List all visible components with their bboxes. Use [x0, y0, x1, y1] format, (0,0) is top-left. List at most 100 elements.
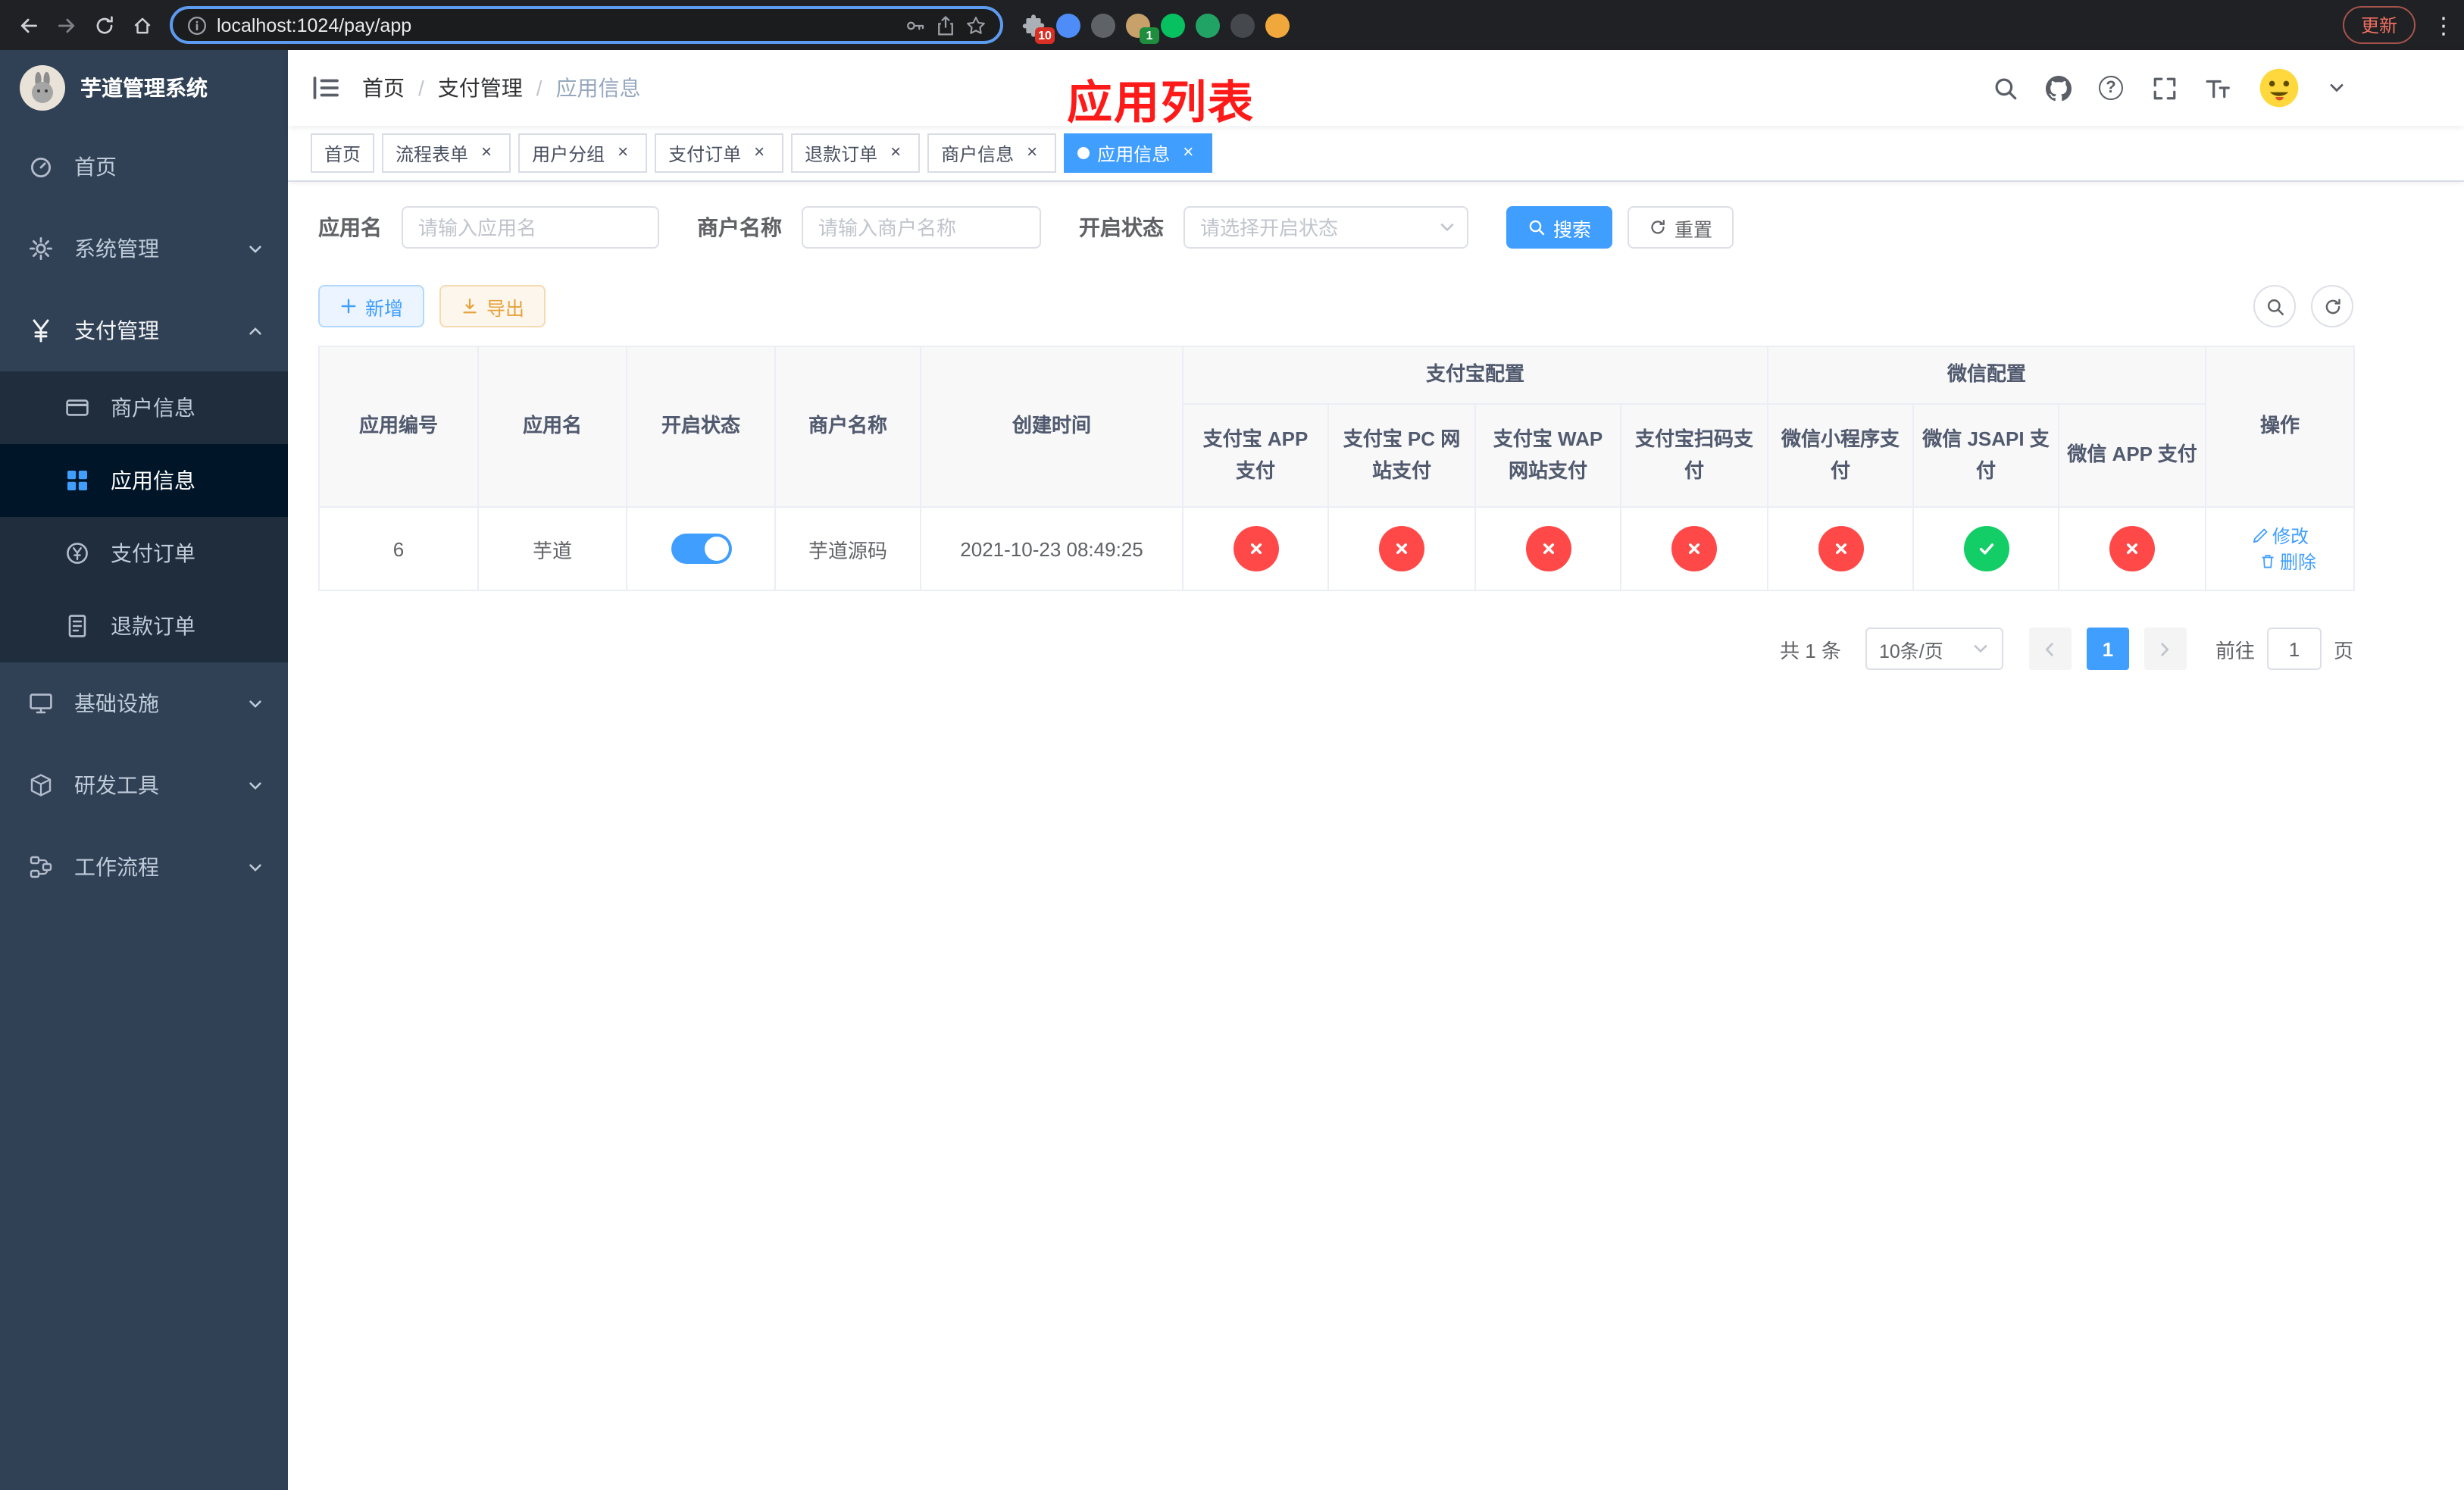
browser-reload-icon[interactable] — [86, 8, 121, 42]
url-text: localhost:1024/pay/app — [217, 14, 412, 36]
col-status: 开启状态 — [626, 346, 776, 508]
prev-page-button[interactable] — [2028, 628, 2072, 670]
address-bar[interactable]: localhost:1024/pay/app — [170, 6, 1003, 44]
browser-forward-icon[interactable] — [48, 8, 83, 42]
tab-home[interactable]: 首页 — [311, 133, 375, 173]
sidebar-item-label: 首页 — [74, 155, 117, 179]
sidebar-item-infrastructure[interactable]: 基础设施 — [0, 662, 288, 744]
reset-button[interactable]: 重置 — [1628, 206, 1734, 249]
extension-orange-face-icon[interactable] — [1265, 13, 1290, 37]
extension-wechat-green-icon[interactable] — [1161, 13, 1185, 37]
breadcrumb-separator: / — [418, 76, 424, 100]
export-button[interactable]: 导出 — [439, 285, 546, 327]
status-toggle[interactable] — [671, 534, 731, 564]
sidebar-item-payment[interactable]: 支付管理 — [0, 290, 288, 371]
col-wechat-app: 微信 APP 支付 — [2058, 403, 2207, 508]
user-menu-caret-icon[interactable] — [2328, 79, 2346, 97]
tab-close-icon[interactable]: × — [476, 142, 497, 164]
app-frame: 芋道管理系统 首页 系统管理 支付管理 商户信息 应用信息 支付订单 退款订单 基础设施 研发工… — [0, 50, 2464, 1490]
sidebar-toggle-icon[interactable] — [311, 73, 341, 103]
browser-update-button[interactable]: 更新 — [2342, 6, 2416, 44]
tab-pay-order[interactable]: 支付订单 × — [655, 133, 784, 173]
tab-refund-order[interactable]: 退款订单 × — [791, 133, 921, 173]
browser-back-icon[interactable] — [11, 8, 45, 42]
chevron-down-icon — [247, 240, 264, 257]
sidebar-item-dev-tools[interactable]: 研发工具 — [0, 744, 288, 826]
site-info-icon[interactable] — [186, 14, 208, 36]
refresh-table-button[interactable] — [2311, 285, 2353, 327]
browser-home-icon[interactable] — [124, 8, 159, 42]
pagination: 共 1 条 10条/页 1 前往 页 — [318, 628, 2353, 670]
extension-tan-avatar-icon[interactable]: 1 — [1126, 13, 1159, 43]
tab-close-icon[interactable]: × — [1021, 142, 1043, 164]
delete-button[interactable]: 删除 — [2259, 549, 2316, 574]
chevron-down-icon — [1972, 640, 1990, 658]
user-avatar[interactable] — [2256, 65, 2302, 111]
sidebar: 芋道管理系统 首页系统管理 支付管理 商户信息 应用信息 支付订单 退款订单 基础设施 研发工… — [0, 50, 288, 1490]
sidebar-item-system[interactable]: 系统管理 — [0, 208, 288, 290]
status-select[interactable] — [1184, 206, 1468, 249]
browser-menu-icon[interactable]: ⋮ — [2432, 11, 2455, 39]
tab-close-icon[interactable]: × — [749, 142, 770, 164]
disabled-status-icon — [1818, 526, 1864, 571]
col-alipay-qr: 支付宝扫码支付 — [1619, 403, 1769, 508]
yen-icon — [29, 318, 53, 343]
help-icon[interactable]: ? — [2097, 74, 2125, 102]
breadcrumb-item[interactable]: 首页 — [362, 73, 405, 103]
edit-button-label: 修改 — [2272, 526, 2309, 547]
delete-button-label: 删除 — [2280, 552, 2317, 573]
disabled-status-icon — [1233, 526, 1278, 571]
breadcrumb-separator: / — [536, 76, 543, 100]
tab-app-info[interactable]: 应用信息 × — [1064, 133, 1213, 173]
sidebar-item-pay-order[interactable]: 支付订单 — [0, 517, 288, 590]
github-icon[interactable] — [2044, 74, 2072, 102]
fullscreen-icon[interactable] — [2150, 74, 2178, 102]
extension-dark-circle-icon[interactable] — [1230, 13, 1255, 37]
active-tab-dot — [1077, 147, 1090, 159]
bookmark-star-icon[interactable] — [965, 14, 987, 36]
table-toolbar: 新增 导出 — [318, 285, 2353, 327]
tab-merchant-info[interactable]: 商户信息 × — [927, 133, 1057, 173]
goto-page-input[interactable] — [2266, 628, 2322, 670]
page-size-select[interactable]: 10条/页 — [1865, 628, 2003, 670]
font-size-icon[interactable] — [2203, 74, 2231, 102]
extension-green-square-icon[interactable] — [1196, 13, 1220, 37]
breadcrumb-item[interactable]: 支付管理 — [438, 73, 523, 103]
search-button[interactable]: 搜索 — [1506, 206, 1613, 249]
extension-gray-globe-icon[interactable] — [1091, 13, 1115, 37]
sidebar-logo[interactable]: 芋道管理系统 — [0, 50, 288, 126]
tab-close-icon[interactable]: × — [612, 142, 633, 164]
toggle-search-button[interactable] — [2253, 285, 2296, 327]
goto-suffix: 页 — [2333, 639, 2353, 662]
header-search-icon[interactable] — [1991, 74, 2018, 102]
receipt-icon — [65, 614, 89, 638]
sidebar-item-workflow[interactable]: 工作流程 — [0, 826, 288, 908]
share-icon[interactable] — [935, 14, 956, 36]
tags-view: 首页 流程表单 × 用户分组 × 支付订单 × 退款订单 × 商户信息 × 应用信息 × — [288, 126, 2464, 182]
app-name-input[interactable] — [402, 206, 659, 249]
dashboard-icon — [29, 155, 53, 179]
cell-merchant: 芋道源码 — [774, 506, 921, 591]
next-page-button[interactable] — [2143, 628, 2187, 670]
sidebar-item-merchant-info[interactable]: 商户信息 — [0, 371, 288, 444]
col-created: 创建时间 — [920, 346, 1184, 508]
add-button[interactable]: 新增 — [318, 285, 425, 327]
extension-puzzle-icon[interactable]: 10 — [1021, 13, 1055, 43]
page-number-button[interactable]: 1 — [2086, 628, 2129, 670]
edit-button[interactable]: 修改 — [2251, 523, 2309, 549]
tab-label: 流程表单 — [396, 143, 469, 164]
tab-user-group[interactable]: 用户分组 × — [518, 133, 648, 173]
tab-close-icon[interactable]: × — [1177, 142, 1199, 164]
password-key-icon[interactable] — [905, 14, 926, 36]
tab-close-icon[interactable]: × — [885, 142, 906, 164]
status-select-input[interactable] — [1184, 206, 1468, 249]
tab-flow-form[interactable]: 流程表单 × — [382, 133, 511, 173]
sidebar-item-refund-order[interactable]: 退款订单 — [0, 590, 288, 662]
extension-blue-drop-icon[interactable] — [1056, 13, 1080, 37]
chevron-down-icon — [247, 777, 264, 794]
merchant-input[interactable] — [802, 206, 1041, 249]
chevron-up-icon — [247, 322, 264, 339]
sidebar-item-app-info[interactable]: 应用信息 — [0, 444, 288, 517]
sidebar-item-home[interactable]: 首页 — [0, 126, 288, 208]
disabled-status-icon — [2109, 526, 2156, 571]
